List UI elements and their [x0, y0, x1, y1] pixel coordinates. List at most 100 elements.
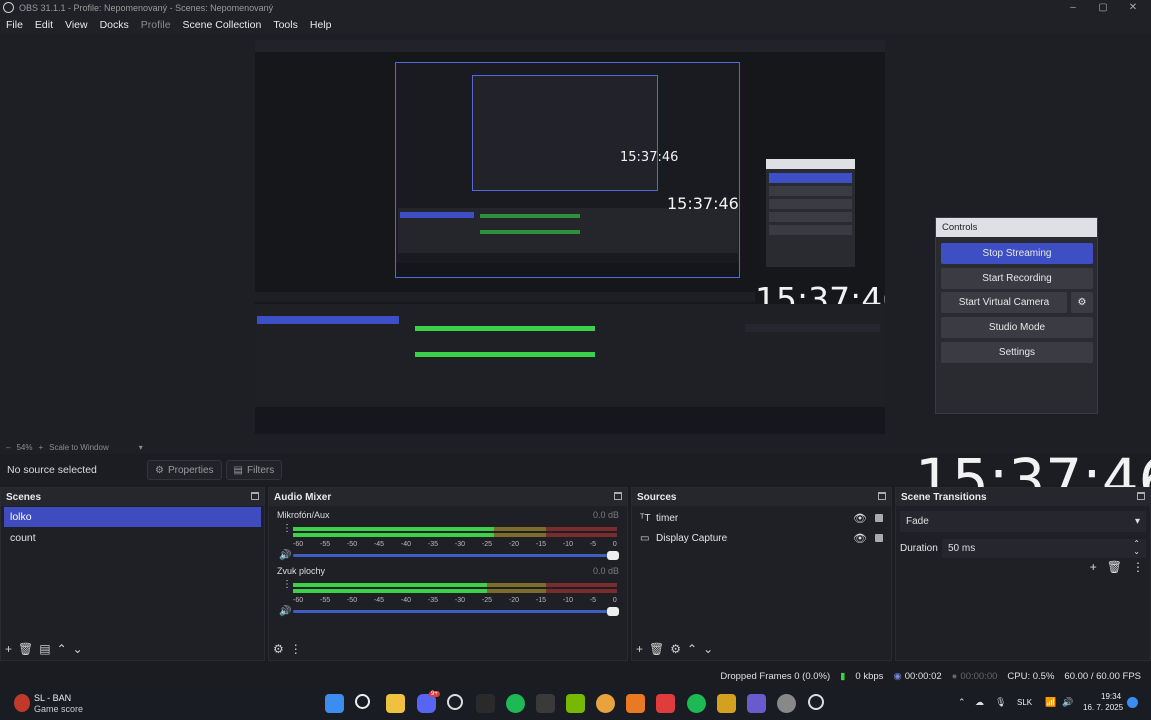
zoom-out-icon[interactable]: – [6, 443, 10, 452]
file-explorer-icon[interactable] [386, 694, 405, 713]
stepper-icon[interactable]: ⌃ ⌄ [1133, 540, 1140, 556]
clock-date[interactable]: 16. 7. 2025 [1083, 703, 1123, 712]
trash-icon[interactable]: 🗑 [1107, 560, 1122, 574]
chevron-down-icon[interactable]: ⌄ [73, 642, 83, 656]
tick-label: -40 [400, 541, 412, 548]
epic-games-icon[interactable] [476, 694, 495, 713]
scale-mode-select[interactable]: Scale to Window [49, 443, 109, 452]
filters-button[interactable]: ▤ Filters [225, 460, 283, 480]
speaker-icon[interactable]: 🔊 [279, 550, 291, 561]
gear-icon[interactable]: ⚙ [670, 642, 681, 656]
chevron-up-icon[interactable]: ⌃ [57, 642, 67, 656]
add-icon[interactable]: + [1090, 560, 1097, 574]
eye-icon[interactable]: 👁 [853, 532, 867, 545]
filter-icon[interactable]: ▤ [39, 642, 50, 656]
menu-edit[interactable]: Edit [29, 19, 59, 31]
more-options-icon[interactable]: ⋮ [1132, 560, 1144, 574]
cpu-usage: CPU: 0.5% [1007, 670, 1055, 682]
preview-area[interactable]: 15:37:46 15:37:46 15:37:46 Controls Stop… [0, 34, 1151, 440]
source-item[interactable]: ▭ Display Capture 👁 [632, 528, 891, 548]
settings-button[interactable]: Settings [941, 342, 1093, 363]
chevron-up-icon[interactable]: ⌃ [687, 642, 697, 656]
app-icon[interactable] [656, 694, 675, 713]
properties-button[interactable]: ⚙ Properties [147, 460, 222, 480]
preview-canvas[interactable]: 15:37:46 15:37:46 15:37:46 [255, 40, 885, 434]
spotify-icon[interactable] [506, 694, 525, 713]
undock-icon[interactable] [1137, 492, 1145, 500]
windows-start-icon[interactable] [325, 694, 344, 713]
nested-titlebar [255, 40, 885, 52]
undock-icon[interactable] [614, 492, 622, 500]
app-icon[interactable] [747, 694, 766, 713]
channel-db: 0.0 dB [592, 510, 619, 520]
add-icon[interactable]: + [636, 642, 643, 656]
menu-scene-collection[interactable]: Scene Collection [177, 19, 268, 31]
nested-lower-docks [255, 304, 885, 407]
speaker-icon[interactable]: 🔊 [279, 606, 291, 617]
undock-icon[interactable] [251, 492, 259, 500]
chrome-icon[interactable] [596, 694, 615, 713]
minimize-icon[interactable]: – [1058, 0, 1088, 15]
volume-meter [293, 589, 617, 593]
mic-icon[interactable]: 🎙 [995, 697, 1006, 708]
chevron-down-icon[interactable]: ⌄ [703, 642, 713, 656]
app-avatar-icon[interactable] [14, 694, 30, 712]
advanced-audio-icon[interactable]: ⚙ [273, 642, 284, 656]
cloud-icon[interactable]: ☁ [975, 697, 984, 708]
app-icon[interactable] [536, 694, 555, 713]
virtual-camera-settings-gear-icon[interactable]: ⚙ [1071, 292, 1093, 313]
obs-icon[interactable] [447, 694, 463, 710]
close-icon[interactable]: ✕ [1118, 0, 1148, 15]
notification-icon[interactable] [1127, 697, 1138, 708]
volume-slider[interactable] [293, 607, 619, 616]
scene-item[interactable]: count [4, 528, 261, 548]
volume-slider-handle[interactable] [607, 551, 619, 560]
start-recording-button[interactable]: Start Recording [941, 268, 1093, 289]
lock-icon[interactable] [875, 534, 883, 542]
tray-chevron-icon[interactable]: ⌃ [958, 697, 966, 708]
add-icon[interactable]: + [5, 642, 12, 656]
menu-help[interactable]: Help [304, 19, 338, 31]
menu-view[interactable]: View [59, 19, 94, 31]
zoom-in-icon[interactable]: + [38, 443, 43, 452]
spotify-icon[interactable] [687, 694, 706, 713]
wifi-icon[interactable]: 📶 [1045, 697, 1056, 708]
clock-time[interactable]: 19:34 [1101, 692, 1121, 701]
transition-select[interactable]: Fade ▾ [900, 511, 1146, 532]
more-options-icon[interactable]: ⋮ [282, 580, 292, 593]
trash-icon[interactable]: 🗑 [18, 642, 33, 656]
app-icon[interactable] [626, 694, 645, 713]
menu-tools[interactable]: Tools [267, 19, 304, 31]
menu-file[interactable]: File [0, 19, 29, 31]
menu-profile[interactable]: Profile [135, 19, 177, 31]
undock-icon[interactable] [878, 492, 886, 500]
app-icon[interactable] [717, 694, 736, 713]
volume-slider-handle[interactable] [607, 607, 619, 616]
studio-mode-button[interactable]: Studio Mode [941, 317, 1093, 338]
tick-label: -25 [481, 597, 493, 604]
eye-icon[interactable]: 👁 [853, 512, 867, 525]
obs-icon[interactable] [808, 694, 824, 710]
scene-item[interactable]: lolko [4, 507, 261, 527]
transition-actions: + 🗑 ⋮ [1090, 560, 1144, 574]
nested-preview-2 [472, 75, 658, 191]
menu-docks[interactable]: Docks [94, 19, 135, 31]
more-options-icon[interactable]: ⋮ [290, 642, 302, 656]
volume-slider[interactable] [293, 551, 619, 560]
source-item[interactable]: ᵀT timer 👁 [632, 508, 891, 528]
trash-icon[interactable]: 🗑 [649, 642, 664, 656]
language-indicator[interactable]: SLK [1017, 698, 1032, 707]
duration-input[interactable]: 50 ms ⌃ ⌄ [942, 538, 1146, 558]
stop-streaming-button[interactable]: Stop Streaming [941, 243, 1093, 264]
maximize-icon[interactable]: ▢ [1088, 0, 1118, 15]
chevron-down-icon[interactable]: ▾ [139, 443, 143, 452]
app-icon[interactable] [777, 694, 796, 713]
lock-icon[interactable] [875, 514, 883, 522]
tick-label: -15 [535, 597, 546, 604]
volume-icon[interactable]: 🔊 [1062, 697, 1073, 708]
start-virtual-camera-button[interactable]: Start Virtual Camera [941, 292, 1067, 313]
more-options-icon[interactable]: ⋮ [282, 524, 292, 537]
status-bar: Dropped Frames 0 (0.0%) ▮ 0 kbps ◉ 00:00… [0, 666, 1151, 686]
nvidia-icon[interactable] [566, 694, 585, 713]
search-icon[interactable] [355, 694, 370, 709]
